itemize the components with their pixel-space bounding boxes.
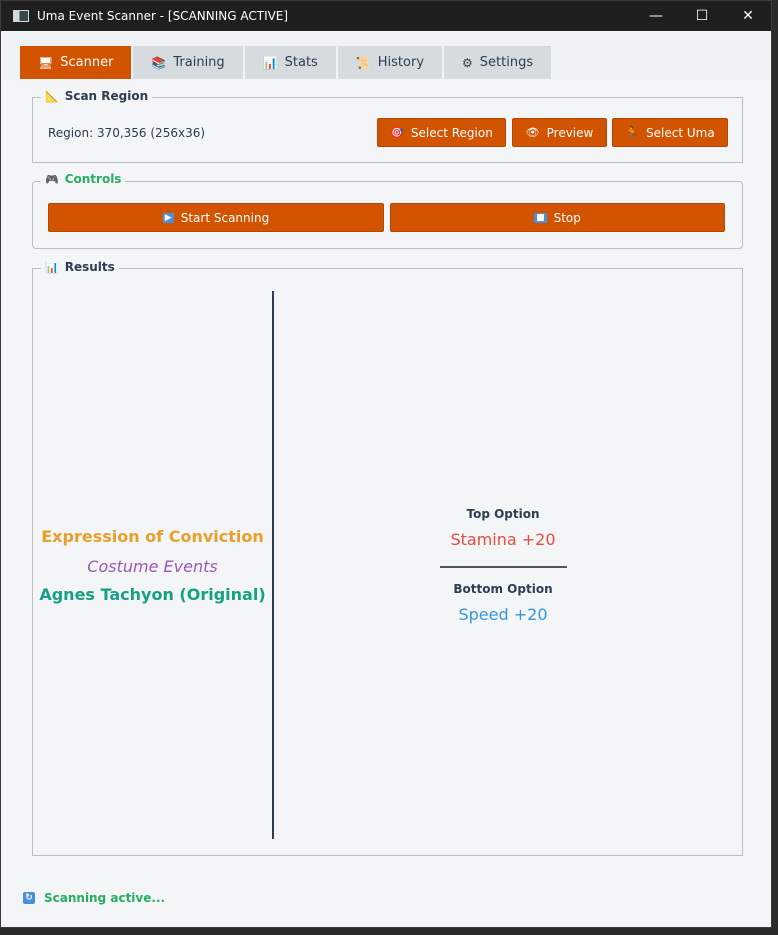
play-icon: ▶ [162,212,174,223]
monitor-icon: 🖥 [38,55,54,70]
gamepad-icon: 🎮 [45,172,59,186]
app-window: Uma Event Scanner - [SCANNING ACTIVE] — … [0,0,772,928]
preview-label: Preview [546,125,594,140]
maximize-button[interactable]: ☐ [679,1,725,31]
tab-stats[interactable]: 📊 Stats [244,46,336,79]
scan-region-title: Scan Region [64,89,149,103]
gear-icon: ⚙ [462,55,473,70]
results-legend: 📊 Results [41,260,119,274]
status-bar: ↻ Scanning active... [23,891,165,905]
close-button[interactable]: ✕ [725,1,771,31]
books-icon: 📚 [151,55,167,70]
refresh-icon: ↻ [23,892,35,904]
start-scanning-button[interactable]: ▶ Start Scanning [48,203,384,232]
top-option-label: Top Option [466,507,540,521]
status-text: Scanning active... [44,891,166,905]
scan-region-legend: 📐 Scan Region [41,89,153,103]
tab-settings[interactable]: ⚙ Settings [444,46,552,79]
runner-icon: 🏃 [625,126,640,139]
scanner-panel: 📐 Scan Region Region: 370,356 (256x36) 🎯… [1,79,771,927]
stop-button[interactable]: ■ Stop [390,203,725,232]
select-uma-button[interactable]: 🏃 Select Uma [612,118,728,147]
select-region-label: Select Region [410,125,493,140]
select-region-button[interactable]: 🎯 Select Region [377,118,506,147]
stop-label: Stop [553,210,581,225]
tab-label: Training [173,55,225,70]
stop-icon: ■ [534,212,547,223]
preview-button[interactable]: 👁 Preview [512,118,607,147]
controls-legend: 🎮 Controls [41,172,126,186]
select-uma-label: Select Uma [646,125,715,140]
tab-training[interactable]: 📚 Training [133,46,243,79]
bottom-option-value: Speed +20 [458,605,548,624]
results-title: Results [64,260,115,274]
window-title: Uma Event Scanner - [SCANNING ACTIVE] [37,9,289,23]
event-category: Costume Events [87,557,218,576]
bottom-option-label: Bottom Option [453,582,553,596]
scroll-icon: 📜 [355,55,371,70]
tab-label: Settings [479,55,534,70]
triangle-ruler-icon: 📐 [45,89,59,103]
tab-label: Stats [284,55,318,70]
title-bar: Uma Event Scanner - [SCANNING ACTIVE] — … [1,1,771,31]
results-divider [272,291,274,839]
eye-icon: 👁 [525,126,540,139]
event-title: Expression of Conviction [41,527,264,546]
tab-label: Scanner [60,55,114,70]
top-option-value: Stamina +20 [450,530,556,549]
controls-group: 🎮 Controls ▶ Start Scanning ■ Stop [32,172,743,249]
app-icon [13,10,29,22]
chart-icon: 📊 [45,260,59,274]
scan-region-group: 📐 Scan Region Region: 370,356 (256x36) 🎯… [32,89,743,163]
options-separator [440,566,567,568]
start-scanning-label: Start Scanning [180,210,270,225]
tab-history[interactable]: 📜 History [337,46,443,79]
region-coordinates: Region: 370,356 (256x36) [48,126,206,140]
minimize-button[interactable]: — [633,1,679,31]
event-character: Agnes Tachyon (Original) [39,585,266,604]
tab-label: History [377,55,425,70]
results-group: 📊 Results Expression of Conviction Costu… [32,260,743,856]
bar-chart-icon: 📊 [262,55,278,70]
tab-bar: 🖥 Scanner 📚 Training 📊 Stats 📜 History ⚙… [20,46,553,79]
tab-scanner[interactable]: 🖥 Scanner [20,46,132,79]
controls-title: Controls [64,172,122,186]
target-icon: 🎯 [390,126,404,139]
